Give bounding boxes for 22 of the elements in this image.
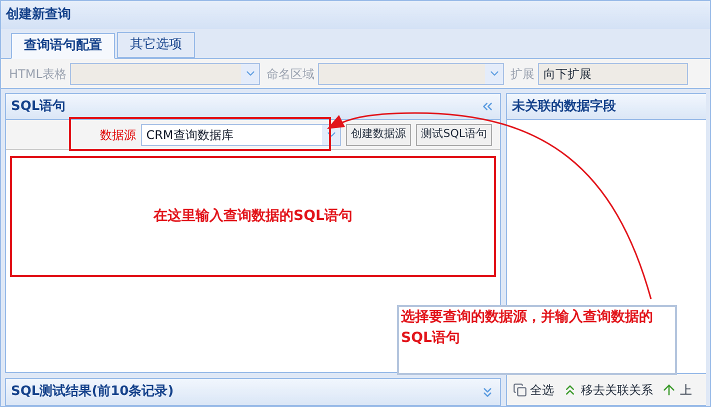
- window-title: 创建新查询: [1, 1, 710, 29]
- panel-title: SQL测试结果(前10条记录): [11, 383, 174, 402]
- panel-title: 未关联的数据字段: [512, 98, 616, 116]
- callout-box: 选择要查询的数据源，并输入查询数据的SQL语句: [397, 305, 677, 375]
- panel-title: SQL语句: [11, 98, 66, 116]
- field-label: 命名区域: [266, 66, 314, 82]
- dropdown-field[interactable]: [318, 62, 504, 84]
- toolbar-button[interactable]: 上: [661, 380, 692, 398]
- field-label: 数据源: [100, 126, 136, 144]
- toolbar-button[interactable]: 测试SQL语句: [416, 124, 492, 146]
- annotation-box: 在这里输入查询数据的SQL语句: [10, 156, 496, 277]
- arrow-up-icon: [661, 382, 677, 398]
- field-label: HTML表格: [9, 66, 66, 82]
- copy-icon: [513, 382, 527, 396]
- toolbar-button[interactable]: 创建数据源: [346, 124, 412, 146]
- field-label: 扩展: [510, 66, 534, 82]
- tab[interactable]: 查询语句配置: [11, 33, 115, 59]
- dropdown-field[interactable]: [70, 62, 260, 84]
- toolbar-button[interactable]: 全选: [513, 380, 554, 398]
- toolbar-button[interactable]: 移去关联关系: [562, 380, 653, 398]
- tab[interactable]: 其它选项: [117, 32, 195, 58]
- data-source-dropdown[interactable]: CRM查询数据库: [141, 124, 342, 146]
